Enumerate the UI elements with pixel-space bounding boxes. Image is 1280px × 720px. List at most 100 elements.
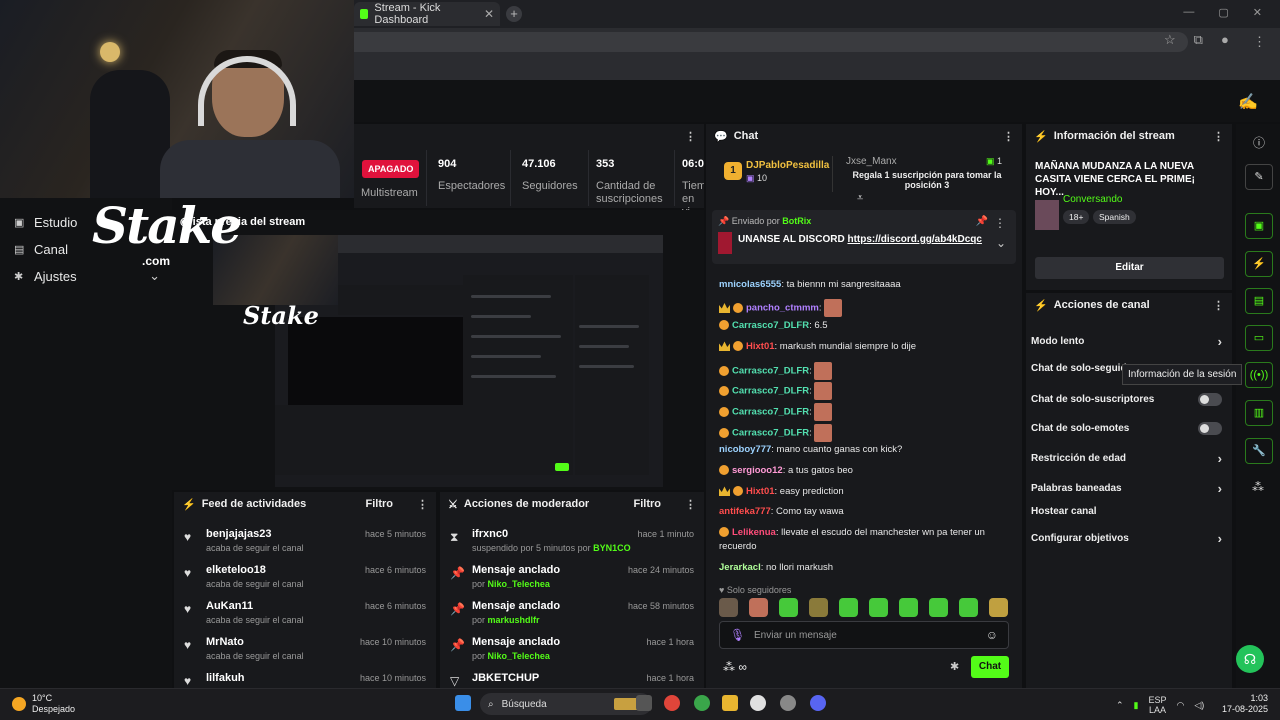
sidebar-item-canal[interactable]: ▤ Canal [14, 242, 68, 257]
mod-action-item[interactable]: 📌 Mensaje anclado por markushdlfr hace 58 m… [440, 597, 704, 633]
feed-username[interactable]: benjajajas23 [206, 528, 271, 540]
extensions-icon[interactable]: ⧉ [1194, 32, 1203, 48]
bot-name[interactable]: BotRix [782, 216, 811, 226]
emote-button[interactable] [809, 598, 828, 617]
feed-filter-button[interactable]: Filtro [366, 498, 394, 510]
chat-username[interactable]: Lelikenua [732, 527, 776, 538]
broadcast-icon[interactable]: ((•)) [1245, 362, 1273, 388]
chat-username[interactable]: Carrasco7_DLFR [732, 428, 809, 439]
feed-username[interactable]: lilfakuh [206, 672, 245, 684]
mod-action-user[interactable]: markushdlfr [488, 615, 540, 625]
emote-button[interactable] [929, 598, 948, 617]
chrome-icon[interactable] [664, 695, 680, 711]
support-headset-icon[interactable]: ☊ [1236, 645, 1264, 673]
emote-button[interactable] [839, 598, 858, 617]
media-player-icon[interactable] [750, 695, 766, 711]
chat-username[interactable]: Carrasco7_DLFR [732, 320, 809, 331]
kebab-icon[interactable]: ⋮ [685, 130, 696, 143]
chrome-profile-icon[interactable] [694, 695, 710, 711]
address-bar[interactable] [340, 32, 1188, 52]
mod-action-item[interactable]: 📌 Mensaje anclado por Niko_Telechea hace 24… [440, 561, 704, 597]
mod-action-item[interactable]: 📌 Mensaje anclado por Niko_Telechea hace 1 … [440, 633, 704, 669]
kebab-icon[interactable]: ⋮ [685, 498, 696, 511]
mod-filter-button[interactable]: Filtro [634, 498, 662, 510]
feed-username[interactable]: elketeloo18 [206, 564, 266, 576]
clock[interactable]: 1:03 17-08-2025 [1220, 693, 1268, 715]
action-row[interactable]: Modo lento › [1031, 334, 1222, 349]
chat-input[interactable]: 🎙 Enviar un mensaje ☺ [719, 621, 1009, 649]
emote-button[interactable] [719, 598, 738, 617]
collapse-gift-icon[interactable]: ⩡ [857, 192, 863, 205]
chat-username[interactable]: Carrasco7_DLFR [732, 407, 809, 418]
sidebar-item-ajustes[interactable]: ✱ Ajustes ⌄ [14, 268, 160, 284]
feed-item[interactable]: ♥ elketeloo18 acaba de seguir el canal hace… [174, 561, 436, 597]
mod-action-user[interactable]: Niko_Telechea [488, 579, 550, 589]
minimize-button[interactable]: — [1183, 6, 1194, 19]
feed-username[interactable]: AuKan11 [206, 600, 253, 612]
chat-username[interactable]: Carrasco7_DLFR [732, 386, 809, 397]
chat-username[interactable]: pancho_ctmmm [746, 303, 819, 314]
browser-tab[interactable]: Stream - Kick Dashboard ✕ [354, 2, 500, 26]
feed-item[interactable]: ♥ benjajajas23 acaba de seguir el canal hac… [174, 525, 436, 561]
toggle-switch[interactable] [1198, 393, 1222, 406]
file-explorer-icon[interactable] [722, 695, 738, 711]
send-chat-button[interactable]: Chat [971, 656, 1009, 678]
multistream-label[interactable]: Multistream [361, 187, 418, 199]
chat-username[interactable]: antifeka777 [719, 506, 771, 517]
obs-icon[interactable] [780, 695, 796, 711]
emoji-icon[interactable]: ☺ [986, 628, 998, 642]
signature-icon[interactable]: ✍ [1238, 92, 1258, 112]
apps-icon[interactable]: ⁂ [1252, 480, 1264, 494]
bookmark-star-icon[interactable]: ☆ [1164, 32, 1176, 48]
document-icon[interactable]: ▤ [1245, 288, 1273, 314]
chevron-up-icon[interactable]: ⌃ [1116, 700, 1124, 711]
kebab-icon[interactable]: ⋮ [994, 216, 1006, 230]
action-row[interactable]: Restricción de edad › [1031, 451, 1222, 466]
feed-item[interactable]: ♥ AuKan11 acaba de seguir el canal hace 6 m… [174, 597, 436, 633]
discord-icon[interactable] [810, 695, 826, 711]
mod-action-item[interactable]: ⧗ ifrxnc0 suspendido por 5 minutos por BYN… [440, 525, 704, 561]
emote-button[interactable] [959, 598, 978, 617]
chat-settings-icon[interactable]: ✱ [950, 660, 959, 673]
chat-tools-icon[interactable]: ⁂ ∞ [723, 660, 747, 674]
browser-menu-icon[interactable]: ⋮ [1253, 34, 1266, 50]
action-row[interactable]: Hostear canal [1031, 506, 1222, 517]
volume-icon[interactable]: ◁) [1194, 700, 1204, 711]
close-window-button[interactable]: ✕ [1253, 6, 1262, 19]
maximize-button[interactable]: ▢ [1218, 6, 1228, 19]
emote-button[interactable] [869, 598, 888, 617]
profile-avatar[interactable]: ● [1221, 32, 1229, 48]
tray-app-icon[interactable]: ▮ [1134, 700, 1139, 711]
camera-icon[interactable]: ▣ [1245, 213, 1273, 239]
mod-action-user[interactable]: Niko_Telechea [488, 651, 550, 661]
task-view-icon[interactable] [636, 695, 652, 711]
edit-pencil-icon[interactable]: ✎ [1245, 164, 1273, 190]
language-indicator[interactable]: ESP LAA [1149, 695, 1167, 715]
stream-preview-video[interactable]: Stake [213, 235, 663, 487]
emote-button[interactable] [779, 598, 798, 617]
tab-close-icon[interactable]: ✕ [484, 7, 494, 21]
edit-button[interactable]: Editar [1035, 257, 1224, 279]
kebab-icon[interactable]: ⋮ [1213, 299, 1224, 312]
info-icon[interactable]: ⓘ [1253, 134, 1265, 151]
layout-icon[interactable]: ▥ [1245, 400, 1273, 426]
emote-button[interactable] [749, 598, 768, 617]
wifi-icon[interactable]: ◠ [1177, 700, 1185, 711]
category-name[interactable]: Conversando [1063, 194, 1122, 205]
emote-button[interactable] [899, 598, 918, 617]
pinned-link[interactable]: https://discord.gg/ab4kDcqc [847, 234, 981, 245]
microphone-icon[interactable]: 🎙 [730, 628, 745, 642]
kebab-icon[interactable]: ⋮ [417, 498, 428, 511]
taskbar-search[interactable]: ⌕ Búsqueda [480, 693, 652, 715]
chat-username[interactable]: Carrasco7_DLFR [732, 366, 809, 377]
gift-top-user[interactable]: DJPabloPesadilla [746, 160, 829, 171]
chat-username[interactable]: Jerarkacl [719, 562, 761, 573]
sidebar-item-estudio[interactable]: ▣ Estudio [14, 215, 77, 230]
action-row[interactable]: Configurar objetivos › [1031, 531, 1222, 546]
gifter-name[interactable]: Jxse_Manx [846, 156, 897, 167]
bolt-icon[interactable]: ⚡ [1245, 251, 1273, 277]
chat-bubble-icon[interactable]: ▭ [1245, 325, 1273, 351]
new-tab-button[interactable]: + [506, 6, 522, 22]
feed-username[interactable]: MrNato [206, 636, 244, 648]
windows-start-icon[interactable] [455, 695, 471, 711]
